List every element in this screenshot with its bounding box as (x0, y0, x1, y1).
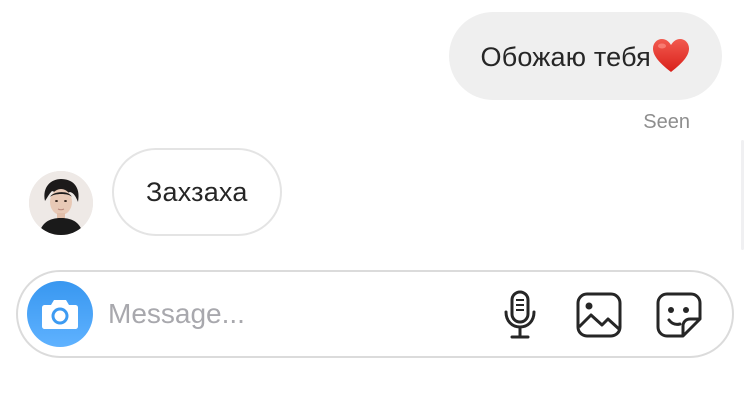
message-input[interactable] (108, 290, 478, 338)
gallery-button[interactable] (574, 290, 624, 340)
chat-thread-screen: Обожаю тебя Seen Захзаха (0, 0, 750, 394)
heart-icon (652, 38, 690, 74)
sticker-button[interactable] (654, 290, 704, 340)
received-message-text: Захзаха (146, 176, 248, 207)
sent-message-bubble[interactable]: Обожаю тебя (448, 12, 722, 100)
avatar[interactable] (29, 171, 93, 235)
sticker-icon (655, 291, 703, 339)
sent-message-text: Обожаю тебя (481, 38, 690, 74)
camera-icon (40, 297, 80, 331)
message-composer (16, 270, 734, 358)
gallery-icon (575, 291, 623, 339)
voice-message-button[interactable] (495, 290, 545, 340)
microphone-icon (502, 290, 538, 340)
received-message-bubble[interactable]: Захзаха (112, 148, 282, 236)
seen-status: Seen (643, 111, 690, 133)
camera-button[interactable] (27, 281, 93, 347)
scrollbar[interactable] (741, 140, 744, 250)
